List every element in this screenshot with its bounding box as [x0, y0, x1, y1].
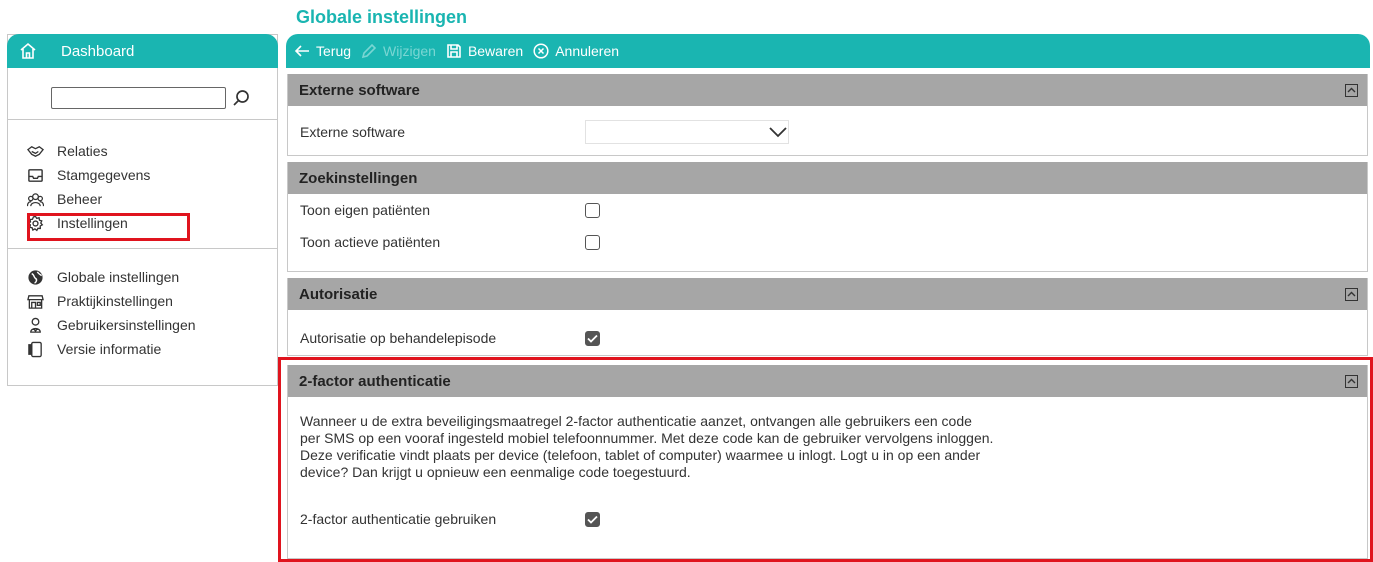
chevron-down-icon — [769, 127, 787, 138]
sidebar-item-praktijkinstellingen[interactable]: Praktijkinstellingen — [24, 289, 277, 313]
active-patients-checkbox[interactable] — [585, 234, 600, 250]
sidebar-item-relaties[interactable]: Relaties — [24, 139, 277, 163]
panel-header: Autorisatie — [288, 278, 1367, 310]
store-icon — [25, 292, 46, 310]
home-icon — [19, 42, 45, 60]
edit-button[interactable]: Wijzigen — [361, 43, 436, 59]
checkmark-icon — [587, 334, 598, 343]
search-icon[interactable] — [232, 89, 250, 107]
field-label: Toon actieve patiënten — [300, 234, 441, 250]
sidebar-item-versie-informatie[interactable]: Versie informatie — [24, 337, 277, 361]
authorization-checkbox[interactable] — [585, 330, 600, 346]
panel-header: Zoekinstellingen — [288, 162, 1367, 194]
arrow-left-icon — [294, 45, 309, 57]
toolbar: Terug Wijzigen Bewaren Annuleren — [286, 34, 1370, 68]
field-label: Autorisatie op behandelepisode — [300, 330, 497, 346]
highlight-2-factor — [278, 357, 1373, 562]
cancel-button[interactable]: Annuleren — [533, 43, 619, 59]
cancel-label: Annuleren — [555, 43, 620, 59]
back-label: Terug — [316, 43, 352, 59]
inbox-icon — [25, 166, 46, 184]
sidebar-item-stamgegevens[interactable]: Stamgegevens — [24, 163, 277, 187]
field-row-eigen-patienten: Toon eigen patiënten — [288, 194, 1367, 226]
users-icon — [25, 190, 46, 208]
field-label: Externe software — [300, 124, 406, 140]
sidebar-item-label: Beheer — [57, 191, 103, 207]
save-button[interactable]: Bewaren — [446, 43, 523, 59]
sidebar-item-label: Gebruikersinstellingen — [57, 317, 196, 333]
highlight-instellingen — [27, 213, 190, 241]
sidebar-item-label: Globale instellingen — [57, 269, 180, 285]
sidebar-search — [8, 76, 277, 120]
panel-externe-software: Externe software Externe software — [287, 74, 1368, 156]
edit-label: Wijzigen — [383, 43, 436, 59]
field-row-externe-software: Externe software — [288, 116, 1367, 148]
dashboard-label: Dashboard — [61, 42, 135, 60]
field-label: Toon eigen patiënten — [300, 202, 430, 218]
panel-header: Externe software — [288, 74, 1367, 106]
own-patients-checkbox[interactable] — [585, 202, 600, 218]
pencil-icon — [361, 43, 377, 59]
panel-title: Autorisatie — [299, 285, 378, 303]
user-badge-icon — [25, 316, 46, 334]
sidebar-group-settings: Globale instellingen Praktijkinstellinge… — [8, 249, 277, 374]
close-circle-icon — [533, 43, 549, 59]
sidebar-item-beheer[interactable]: Beheer — [24, 187, 277, 211]
field-row-actieve-patienten: Toon actieve patiënten — [288, 226, 1367, 258]
collapse-icon[interactable] — [1345, 83, 1358, 97]
collapse-icon[interactable] — [1345, 287, 1358, 301]
sidebar-item-label: Stamgegevens — [57, 167, 151, 183]
handshake-icon — [25, 142, 46, 160]
floppy-disk-icon — [447, 44, 461, 58]
externe-software-select[interactable] — [585, 120, 789, 144]
sidebar-item-label: Relaties — [57, 143, 108, 159]
panel-title: Zoekinstellingen — [299, 169, 418, 187]
panel-zoekinstellingen: Zoekinstellingen Toon eigen patiënten To… — [287, 162, 1368, 272]
sidebar-item-gebruikersinstellingen[interactable]: Gebruikersinstellingen — [24, 313, 277, 337]
search-input[interactable] — [51, 86, 226, 109]
panel-title: Externe software — [299, 81, 420, 99]
field-row-autorisatie: Autorisatie op behandelepisode — [288, 322, 1367, 354]
save-label: Bewaren — [467, 43, 524, 59]
sidebar-header-dashboard[interactable]: Dashboard — [7, 34, 278, 68]
back-button[interactable]: Terug — [294, 43, 351, 59]
page-title: Globale instellingen — [296, 7, 468, 27]
sidebar-item-globale-instellingen[interactable]: Globale instellingen — [24, 265, 277, 289]
globe-icon — [25, 268, 46, 286]
sidebar-item-label: Versie informatie — [57, 341, 162, 357]
panel-autorisatie: Autorisatie Autorisatie op behandelepiso… — [287, 278, 1368, 356]
device-icon — [25, 340, 46, 358]
sidebar-item-label: Praktijkinstellingen — [57, 293, 173, 309]
sidebar: Dashboard Relaties Stamgegevens Beheer I… — [7, 34, 278, 386]
